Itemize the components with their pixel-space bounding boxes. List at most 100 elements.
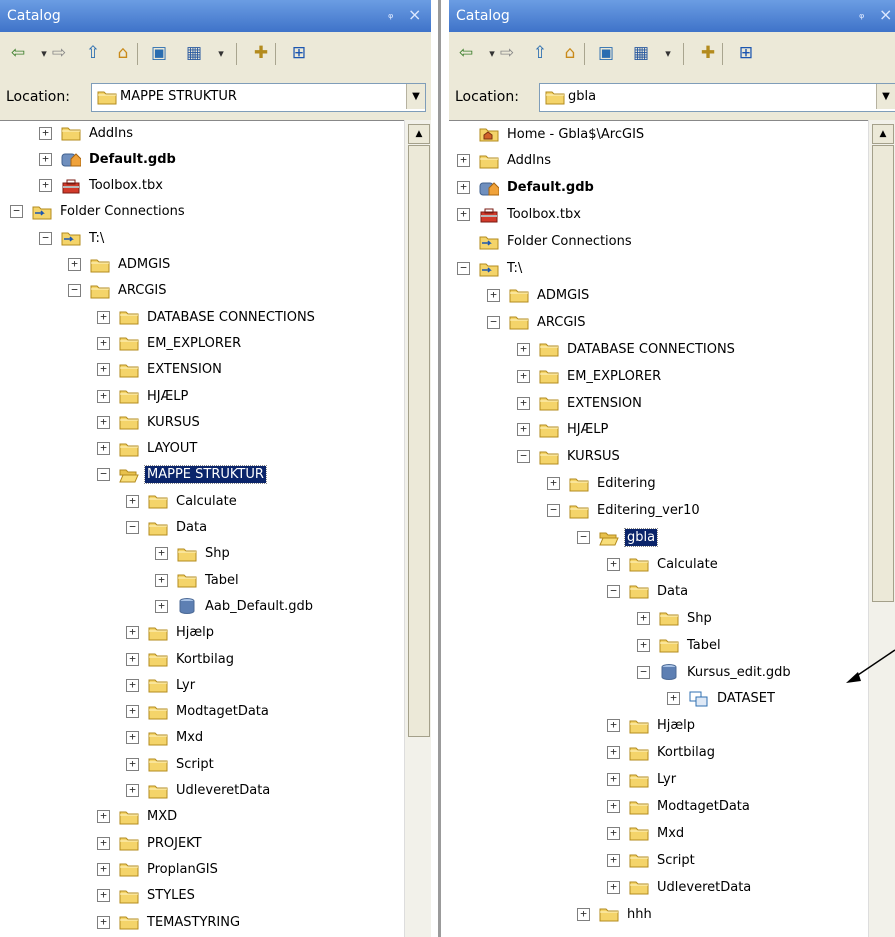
expand-icon[interactable]: + (126, 757, 139, 771)
expand-icon[interactable]: + (607, 773, 620, 787)
tree-item-label[interactable]: Script (174, 756, 216, 773)
expand-icon[interactable]: + (155, 599, 168, 613)
tree-item[interactable]: + DATABASE CONNECTIONS (97, 305, 317, 329)
collapse-icon[interactable]: − (517, 450, 530, 464)
tree-item[interactable]: − T:\ (457, 257, 524, 281)
up-one-level-icon[interactable]: ⇧ (529, 43, 551, 63)
pin-icon[interactable]: ᵩ (388, 7, 393, 22)
tree-item-label[interactable]: MAPPE STRUKTUR (144, 465, 267, 485)
expand-icon[interactable]: + (97, 336, 110, 350)
tree-item-label[interactable]: Hjælp (655, 717, 697, 734)
tree-item[interactable]: − gbla (577, 526, 659, 550)
tree-item-label[interactable]: Default.gdb (87, 151, 178, 168)
catalog-tree[interactable]: + AddIns + Default.gdb + Toolbox.tbx − Folder C… (0, 120, 431, 937)
tree-item[interactable]: + EXTENSION (97, 358, 224, 382)
expand-icon[interactable]: + (126, 494, 139, 508)
tree-item[interactable]: − Kursus_edit.gdb (637, 660, 793, 684)
collapse-icon[interactable]: − (637, 665, 650, 679)
catalog-tree[interactable]: Home - Gbla$\ArcGIS + AddIns + Default.gdb + T… (449, 120, 895, 937)
tree-item-label[interactable]: UdleveretData (655, 879, 753, 896)
expand-icon[interactable]: + (97, 836, 110, 850)
tree-item-label[interactable]: KURSUS (145, 414, 202, 431)
tree-item-label[interactable]: ModtagetData (174, 703, 271, 720)
expand-icon[interactable]: + (607, 853, 620, 867)
scroll-up-icon[interactable]: ▲ (872, 124, 894, 144)
tree-item-label[interactable]: STYLES (145, 887, 197, 904)
tree-item[interactable]: + UdleveretData (126, 779, 272, 803)
tree-item-label[interactable]: EXTENSION (145, 361, 224, 378)
tree-item-label[interactable]: DATABASE CONNECTIONS (145, 309, 317, 326)
tree-item[interactable]: + Toolbox.tbx (457, 203, 583, 227)
tree-item[interactable]: + Mxd (607, 821, 686, 845)
tree-item-label[interactable]: Kortbilag (174, 651, 236, 668)
tree-item[interactable]: + DATABASE CONNECTIONS (517, 337, 737, 361)
tree-item[interactable]: + HJÆLP (517, 418, 610, 442)
tree-item-label[interactable]: Calculate (174, 493, 239, 510)
tree-item[interactable]: + AddIns (457, 149, 553, 173)
tree-item[interactable]: + Lyr (126, 673, 197, 697)
expand-icon[interactable]: + (126, 731, 139, 745)
view-options-icon[interactable]: ▦ (630, 43, 652, 63)
tree-item-label[interactable]: Tabel (685, 637, 723, 654)
tree-item-label[interactable]: Aab_Default.gdb (203, 598, 315, 615)
tree-item[interactable]: − Data (607, 579, 690, 603)
tree-item[interactable]: + Kortbilag (126, 647, 236, 671)
tree-item[interactable]: − T:\ (39, 226, 106, 250)
tree-item[interactable]: + Script (126, 752, 216, 776)
tree-item-label[interactable]: AddIns (87, 125, 135, 142)
tree-item[interactable]: + MXD (97, 805, 179, 829)
tree-item-label[interactable]: MXD (145, 808, 179, 825)
tree-item-label[interactable]: Editering_ver10 (595, 502, 702, 519)
collapse-icon[interactable]: − (10, 205, 23, 219)
expand-icon[interactable]: + (97, 363, 110, 377)
tree-item-label[interactable]: EM_EXPLORER (145, 335, 243, 352)
expand-icon[interactable]: + (457, 181, 470, 195)
tree-item[interactable]: + Script (607, 848, 697, 872)
expand-icon[interactable]: + (607, 826, 620, 840)
expand-icon[interactable]: + (155, 573, 168, 587)
scroll-up-icon[interactable]: ▲ (408, 124, 430, 144)
tree-item-label[interactable]: gbla (623, 528, 659, 547)
tree-item[interactable]: + Shp (637, 606, 714, 630)
tree-item[interactable]: + Kortbilag (607, 741, 717, 765)
connect-folder-icon[interactable]: ▣ (595, 43, 617, 63)
tree-item[interactable]: + Tabel (637, 633, 723, 657)
expand-icon[interactable]: + (126, 784, 139, 797)
tree-item[interactable]: + ModtagetData (607, 795, 752, 819)
expand-icon[interactable]: + (97, 810, 110, 824)
home-icon[interactable]: ⌂ (559, 43, 581, 63)
collapse-icon[interactable]: − (68, 284, 81, 298)
tree-item-label[interactable]: HJÆLP (145, 388, 190, 405)
toggle-contents-icon[interactable]: ⊞ (735, 43, 757, 63)
tree-item[interactable]: Home - Gbla$\ArcGIS (457, 122, 646, 146)
tree-item[interactable]: + Hjælp (126, 621, 216, 645)
scroll-thumb[interactable] (872, 145, 894, 602)
expand-icon[interactable]: + (97, 889, 110, 903)
collapse-icon[interactable]: − (547, 504, 560, 518)
pin-icon[interactable]: ᵩ (859, 7, 864, 22)
expand-icon[interactable]: + (517, 369, 530, 383)
tree-item-label[interactable]: Default.gdb (505, 179, 596, 196)
tree-item-label[interactable]: hhh (625, 906, 654, 923)
tree-item-label[interactable]: Editering (595, 475, 658, 492)
tree-item-label[interactable]: KURSUS (565, 448, 622, 465)
expand-icon[interactable]: + (487, 288, 500, 302)
expand-icon[interactable]: + (126, 652, 139, 666)
back-arrow-icon[interactable]: ⇦ (455, 43, 477, 63)
tree-item[interactable]: + Editering (547, 472, 658, 496)
tree-item[interactable]: + ADMGIS (68, 253, 172, 277)
tree-item[interactable]: + TEMASTYRING (97, 910, 242, 934)
expand-icon[interactable]: + (97, 415, 110, 429)
expand-icon[interactable]: + (457, 154, 470, 168)
view-options-icon[interactable]: ▦ (183, 43, 205, 63)
expand-icon[interactable]: + (97, 310, 110, 324)
toggle-contents-icon[interactable]: ⊞ (288, 43, 310, 63)
expand-icon[interactable]: + (68, 258, 81, 271)
scroll-thumb[interactable] (408, 145, 430, 737)
tree-item-label[interactable]: Shp (203, 545, 232, 562)
tree-item-label[interactable]: Lyr (174, 677, 197, 694)
tree-item[interactable]: − MAPPE STRUKTUR (97, 463, 267, 487)
tree-item[interactable]: − KURSUS (517, 445, 622, 469)
tree-item-label[interactable]: Toolbox.tbx (505, 206, 583, 223)
tree-item[interactable]: + AddIns (39, 121, 135, 145)
